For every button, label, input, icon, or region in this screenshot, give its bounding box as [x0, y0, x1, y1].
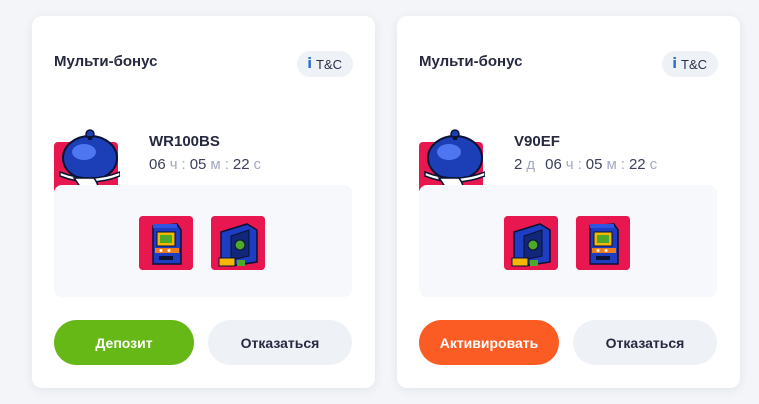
info-icon: i	[307, 56, 312, 72]
timer-minutes: 05	[585, 156, 603, 173]
card-title: Мульти-бонус	[54, 53, 158, 70]
timer-separator: :	[181, 156, 186, 173]
countdown-timer: 2 д 06 ч : 05 м : 22 с	[514, 155, 657, 175]
timer-separator: :	[577, 156, 582, 173]
games-panel	[54, 185, 352, 297]
countdown-timer: 06 ч : 05 м : 22 с	[149, 155, 261, 175]
activate-button[interactable]: Активировать	[419, 320, 559, 365]
safe-vault-icon[interactable]	[504, 216, 558, 270]
bonus-code: WR100BS	[149, 133, 220, 150]
timer-hours-unit: ч	[565, 156, 574, 173]
timer-hours-unit: ч	[169, 156, 178, 173]
timer-separator: :	[224, 156, 229, 173]
terms-label: T&C	[681, 56, 707, 72]
decline-button[interactable]: Отказаться	[208, 320, 352, 365]
arcade-cabinet-icon[interactable]	[139, 216, 193, 270]
timer-days: 2	[514, 156, 523, 173]
bonus-card: Мульти-бонус i T&C WR100BS 06 ч : 05 м :…	[32, 16, 375, 388]
timer-seconds: 22	[232, 156, 250, 173]
terms-label: T&C	[316, 56, 342, 72]
timer-hours: 06	[149, 156, 166, 173]
timer-hours: 06	[545, 156, 562, 173]
timer-seconds-unit: с	[253, 156, 262, 173]
terms-button[interactable]: i T&C	[297, 51, 353, 77]
timer-separator: :	[620, 156, 625, 173]
arcade-cabinet-icon[interactable]	[576, 216, 630, 270]
timer-days-unit: д	[526, 156, 536, 173]
terms-button[interactable]: i T&C	[662, 51, 718, 77]
info-icon: i	[672, 56, 677, 72]
card-title: Мульти-бонус	[419, 53, 523, 70]
timer-minutes: 05	[189, 156, 207, 173]
safe-vault-icon[interactable]	[211, 216, 265, 270]
games-panel	[419, 185, 717, 297]
bonus-card: Мульти-бонус i T&C V90EF 2 д 06 ч : 05 м…	[397, 16, 740, 388]
timer-minutes-unit: м	[606, 156, 617, 173]
decline-button[interactable]: Отказаться	[573, 320, 717, 365]
timer-seconds: 22	[628, 156, 646, 173]
timer-seconds-unit: с	[649, 156, 658, 173]
bonus-code: V90EF	[514, 133, 560, 150]
timer-minutes-unit: м	[210, 156, 221, 173]
deposit-button[interactable]: Депозит	[54, 320, 194, 365]
